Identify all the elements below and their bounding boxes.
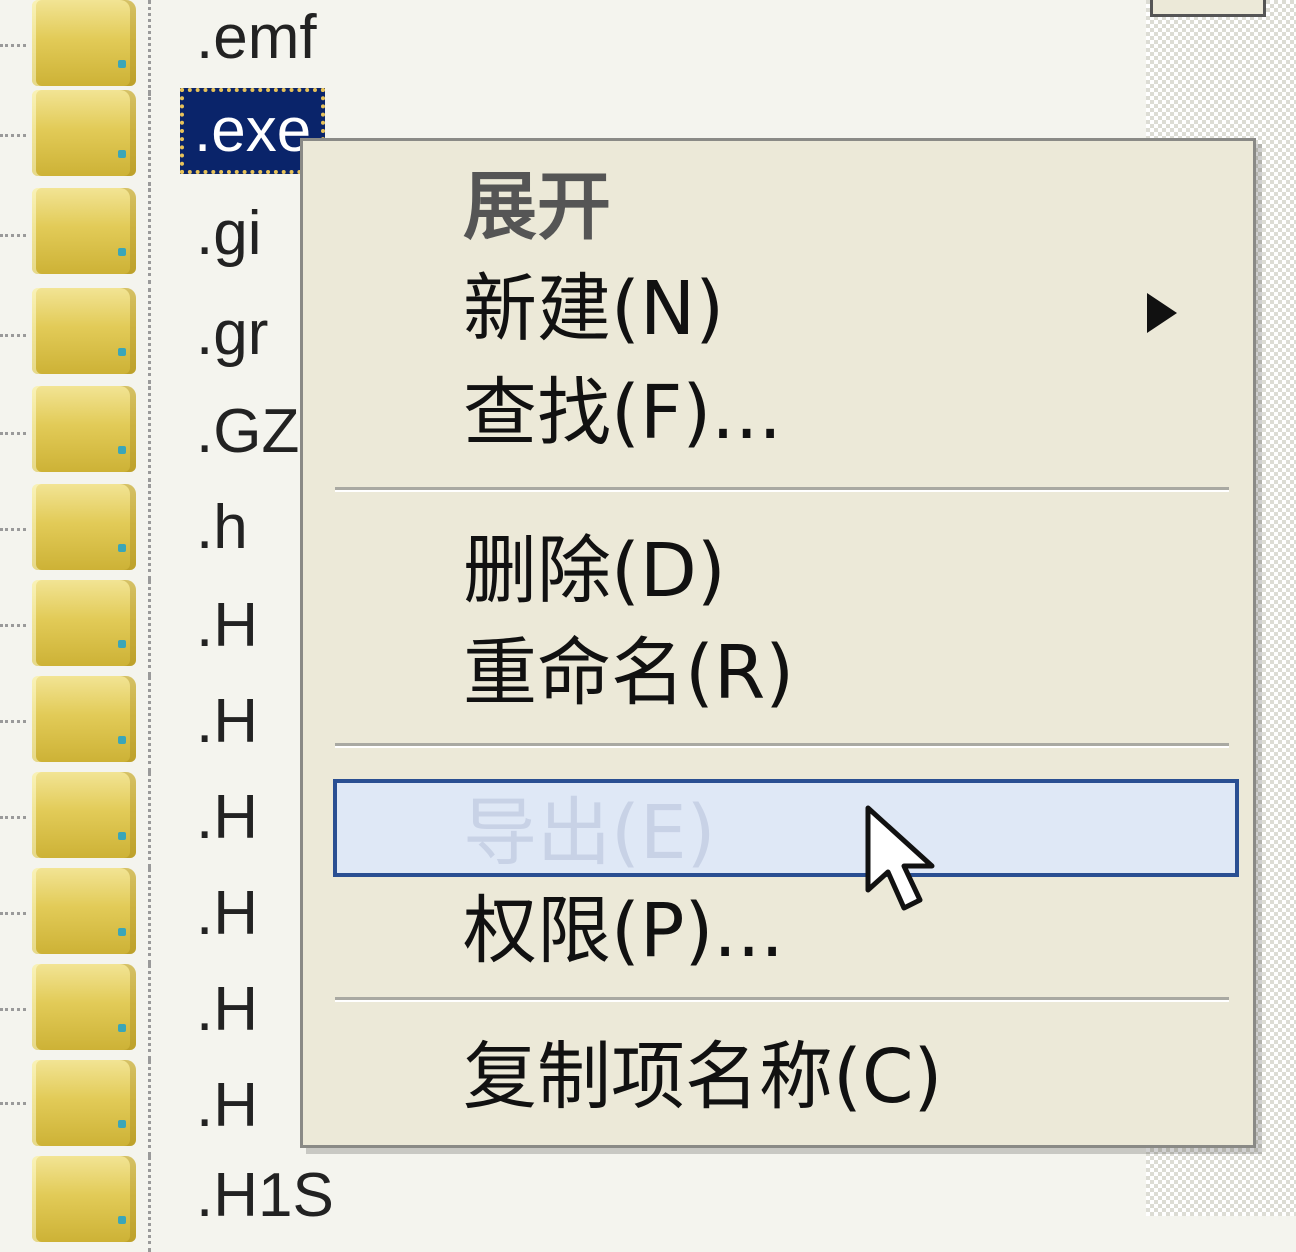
- folder-icon: [32, 1156, 136, 1242]
- menu-item-label: 新建(N): [463, 266, 725, 352]
- tree-item-label[interactable]: .H: [196, 962, 258, 1058]
- menu-item-permissions[interactable]: 权限(P)...: [303, 881, 1253, 981]
- menu-item-expand[interactable]: 展开: [303, 157, 1253, 257]
- menu-item-label: 查找(F)...: [463, 370, 782, 456]
- folder-icon: [32, 386, 136, 472]
- tree-connector: [0, 816, 26, 819]
- tree-connector: [148, 288, 151, 384]
- tree-connector: [148, 386, 151, 482]
- submenu-arrow-icon: [1147, 293, 1177, 333]
- tree-connector: [0, 234, 26, 237]
- tree-connector: [0, 134, 26, 137]
- tree-item-label[interactable]: .H1S: [196, 1148, 334, 1244]
- folder-icon: [32, 772, 136, 858]
- folder-icon: [32, 188, 136, 274]
- tree-connector: [148, 0, 151, 96]
- folder-icon: [32, 580, 136, 666]
- menu-separator: [335, 743, 1229, 748]
- folder-icon: [32, 484, 136, 570]
- menu-separator: [335, 487, 1229, 492]
- tree-item-label[interactable]: .H: [196, 674, 258, 770]
- tree-connector: [0, 1008, 26, 1011]
- tree-connector: [0, 528, 26, 531]
- folder-icon: [32, 868, 136, 954]
- context-menu: 展开 新建(N) 查找(F)... 删除(D) 重命名(R) 导出(E) 权限(…: [300, 138, 1256, 1148]
- tree-connector: [0, 624, 26, 627]
- tree-item-label[interactable]: .h: [196, 480, 248, 576]
- menu-item-label: 删除(D): [463, 528, 726, 614]
- tree-item-label[interactable]: .H: [196, 1058, 258, 1154]
- menu-item-label: 导出(E): [463, 790, 716, 876]
- tree-connector: [148, 188, 151, 284]
- scrollbar-thumb[interactable]: [1150, 0, 1266, 17]
- folder-icon: [32, 964, 136, 1050]
- folder-icon: [32, 0, 136, 86]
- menu-item-label: 复制项名称(C): [463, 1034, 943, 1120]
- menu-item-find[interactable]: 查找(F)...: [303, 363, 1253, 463]
- tree-connector: [0, 912, 26, 915]
- tree-item-label[interactable]: .gr: [196, 286, 268, 382]
- tree-item-label[interactable]: .H: [196, 770, 258, 866]
- menu-item-label: 权限(P)...: [463, 888, 784, 974]
- menu-item-label: 重命名(R): [463, 630, 795, 716]
- menu-item-delete[interactable]: 删除(D): [303, 521, 1253, 621]
- menu-item-rename[interactable]: 重命名(R): [303, 623, 1253, 723]
- tree-connector: [148, 90, 151, 186]
- menu-item-export[interactable]: 导出(E): [333, 779, 1239, 877]
- tree-connector: [0, 44, 26, 47]
- tree-connector: [148, 1156, 151, 1252]
- tree-connector: [0, 720, 26, 723]
- tree-connector: [148, 964, 151, 1060]
- tree-connector: [0, 432, 26, 435]
- menu-item-label: 展开: [463, 164, 611, 250]
- tree-connector: [148, 580, 151, 676]
- folder-icon: [32, 1060, 136, 1146]
- tree-connector: [148, 772, 151, 868]
- folder-icon: [32, 288, 136, 374]
- tree-connector: [148, 484, 151, 580]
- mouse-pointer-icon: [865, 805, 935, 911]
- menu-item-copy-key-name[interactable]: 复制项名称(C): [303, 1027, 1253, 1127]
- tree-item-label[interactable]: .gi: [196, 186, 261, 282]
- folder-icon: [32, 90, 136, 176]
- menu-separator: [335, 997, 1229, 1002]
- tree-item-label[interactable]: .GZ: [196, 384, 299, 480]
- tree-item-label[interactable]: .H: [196, 866, 258, 962]
- tree-connector: [148, 1060, 151, 1156]
- menu-item-new[interactable]: 新建(N): [303, 259, 1253, 359]
- folder-icon: [32, 676, 136, 762]
- tree-connector: [148, 868, 151, 964]
- tree-connector: [0, 334, 26, 337]
- tree-connector: [148, 676, 151, 772]
- tree-item-label[interactable]: .H: [196, 578, 258, 674]
- tree-connector: [0, 1102, 26, 1105]
- tree-item-label[interactable]: .emf: [196, 0, 317, 86]
